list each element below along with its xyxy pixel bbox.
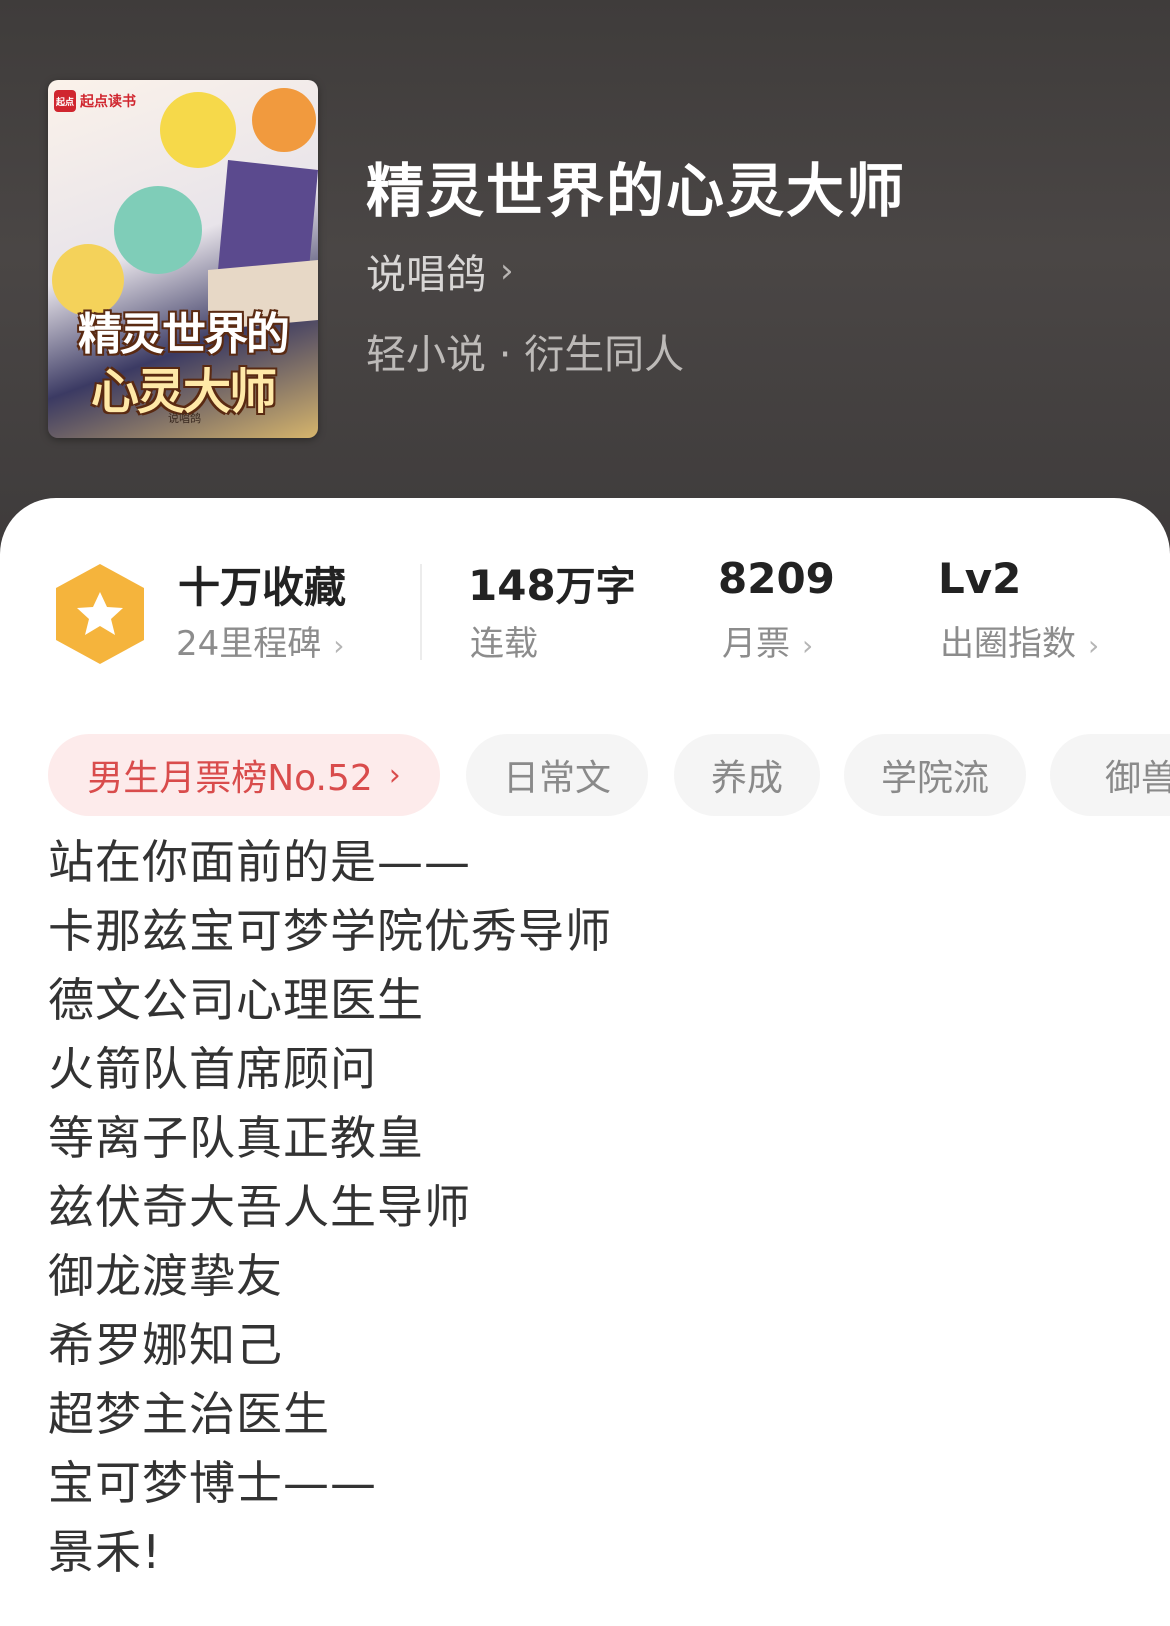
word-count-unit: 万字 xyxy=(555,564,636,610)
intro-line: 德文公司心理医生 xyxy=(48,973,424,1027)
collection-count: 十万收藏 xyxy=(178,563,347,612)
stats-divider xyxy=(420,564,422,660)
book-cover[interactable]: 起点 起点读书 精灵世界的 心灵大师 说唱鸽 xyxy=(48,80,318,438)
tag-item[interactable]: 养成 xyxy=(674,734,820,816)
influence-level: Lv2 xyxy=(938,554,1022,603)
intro-line: 兹伏奇大吾人生导师 xyxy=(48,1180,471,1234)
tag-item[interactable]: 御兽 xyxy=(1050,734,1170,816)
tag-item[interactable]: 日常文 xyxy=(466,734,648,816)
tag-row: 男生月票榜No.52 › 日常文 养成 学院流 御兽 xyxy=(48,734,1170,820)
cover-author: 说唱鸽 xyxy=(168,412,201,425)
monthly-ticket-label: 月票 xyxy=(722,624,790,664)
author-link[interactable]: 说唱鸽 › xyxy=(366,242,514,300)
book-detail-page: 起点 起点读书 精灵世界的 心灵大师 说唱鸽 精灵世界的心灵大师 说唱鸽 › 轻… xyxy=(0,0,1170,1626)
intro-line: 景禾! xyxy=(48,1525,162,1579)
tag-item[interactable]: 学院流 xyxy=(844,734,1026,816)
stats-row: 十万收藏 24里程碑 › 148万字 连载 8209 月票 › Lv2 出圈指数 › xyxy=(0,554,1170,664)
influence-link[interactable]: 出圈指数 › xyxy=(940,616,1099,665)
word-count-number: 148 xyxy=(468,561,556,610)
qidian-logo-icon: 起点 xyxy=(54,90,76,112)
book-intro[interactable]: 站在你面前的是—— 卡那兹宝可梦学院优秀导师 德文公司心理医生 火箭队首席顾问 … xyxy=(48,828,1128,1587)
monthly-ticket-count: 8209 xyxy=(718,554,835,603)
intro-line: 卡那兹宝可梦学院优秀导师 xyxy=(48,904,612,958)
intro-line: 宝可梦博士—— xyxy=(48,1456,377,1510)
rank-tag-label: 男生月票榜No.52 xyxy=(87,758,373,799)
rank-tag[interactable]: 男生月票榜No.52 › xyxy=(48,734,440,816)
influence-label: 出圈指数 xyxy=(940,624,1076,664)
author-name: 说唱鸽 xyxy=(366,252,486,298)
serial-status: 连载 xyxy=(470,624,538,664)
intro-line: 御龙渡挚友 xyxy=(48,1249,283,1303)
intro-line: 站在你面前的是—— xyxy=(48,835,471,889)
intro-line: 超梦主治医生 xyxy=(48,1387,330,1441)
milestone-link[interactable]: 24里程碑 › xyxy=(176,616,344,665)
milestone-label: 24里程碑 xyxy=(176,624,322,664)
intro-line: 希罗娜知己 xyxy=(48,1318,283,1372)
chevron-right-icon: › xyxy=(333,629,345,662)
book-info-card: 十万收藏 24里程碑 › 148万字 连载 8209 月票 › Lv2 出圈指数 › … xyxy=(0,498,1170,1626)
book-header: 起点 起点读书 精灵世界的 心灵大师 说唱鸽 精灵世界的心灵大师 说唱鸽 › 轻… xyxy=(0,0,1170,560)
chevron-right-icon: › xyxy=(388,757,401,793)
intro-line: 火箭队首席顾问 xyxy=(48,1042,377,1096)
book-genre: 轻小说 · 衍生同人 xyxy=(366,332,685,378)
chevron-right-icon: › xyxy=(1088,629,1100,662)
intro-line: 等离子队真正教皇 xyxy=(48,1111,424,1165)
chevron-right-icon: › xyxy=(500,251,514,291)
monthly-ticket-link[interactable]: 月票 › xyxy=(722,616,813,665)
cover-badge-text: 起点读书 xyxy=(80,94,136,110)
cover-publisher-badge: 起点 起点读书 xyxy=(54,88,144,114)
book-title: 精灵世界的心灵大师 xyxy=(366,157,907,225)
chevron-right-icon: › xyxy=(802,629,814,662)
word-count: 148万字 xyxy=(468,554,636,612)
star-hexagon-icon[interactable] xyxy=(52,562,148,666)
